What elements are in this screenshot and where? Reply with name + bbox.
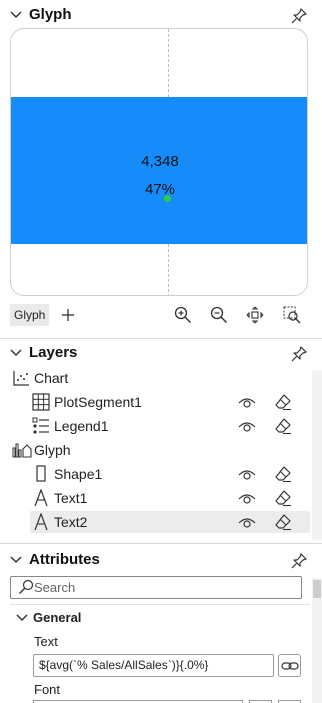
zoom-out-icon[interactable]	[210, 306, 228, 324]
section-divider	[10, 604, 310, 605]
anchor-point[interactable]	[164, 195, 171, 202]
text1-value[interactable]: 4,348	[11, 153, 307, 170]
eraser-icon[interactable]	[274, 489, 292, 507]
panel-divider	[0, 543, 322, 544]
search-placeholder: Search	[34, 580, 76, 595]
eye-icon[interactable]	[238, 393, 256, 411]
glyph-panel-title: Glyph	[29, 6, 72, 23]
pin-icon[interactable]	[291, 346, 307, 362]
layer-label: Shape1	[54, 466, 103, 482]
pin-icon[interactable]	[291, 553, 307, 569]
glyph-canvas[interactable]: 4,348 47%	[10, 28, 308, 296]
layer-label: Text2	[54, 514, 88, 530]
text-expression-input[interactable]: ${avg(`% Sales/AllSales`)}{.0%}	[33, 654, 274, 677]
layer-item-text1[interactable]: Text1	[0, 487, 310, 509]
fit-view-icon[interactable]	[246, 306, 264, 324]
grid-icon	[32, 393, 50, 411]
collapse-chevron-icon[interactable]	[10, 349, 22, 357]
section-general-title[interactable]: General	[33, 610, 81, 625]
eye-icon[interactable]	[238, 417, 256, 435]
eraser-icon[interactable]	[274, 513, 292, 531]
layer-label: Legend1	[54, 418, 109, 434]
layer-label: Text1	[54, 490, 88, 506]
glyph-tab[interactable]: Glyph	[10, 304, 50, 326]
layer-item-legend1[interactable]: Legend1	[0, 415, 310, 437]
layers-panel-title: Layers	[29, 344, 78, 361]
eraser-icon[interactable]	[274, 465, 292, 483]
collapse-chevron-icon[interactable]	[10, 11, 22, 19]
zoom-in-icon[interactable]	[174, 306, 192, 324]
layer-item-glyph[interactable]: Glyph	[0, 439, 310, 461]
collapse-chevron-icon[interactable]	[10, 556, 22, 564]
eraser-icon[interactable]	[274, 393, 292, 411]
layer-item-plotsegment1[interactable]: PlotSegment1	[0, 391, 310, 413]
panel-divider	[0, 338, 322, 339]
layers-scrollbar[interactable]	[312, 370, 322, 540]
legend-icon	[32, 417, 49, 434]
eye-icon[interactable]	[238, 513, 256, 531]
chevron-down-icon[interactable]	[16, 614, 28, 622]
text-icon	[34, 489, 48, 507]
glyph-icon	[12, 443, 32, 458]
pin-icon[interactable]	[291, 8, 307, 24]
text-field-label: Text	[34, 634, 58, 649]
font-field-label: Font	[34, 682, 61, 697]
text-icon	[34, 513, 48, 531]
bind-data-button[interactable]	[278, 654, 301, 677]
plus-icon[interactable]	[60, 307, 76, 323]
attributes-scroll-thumb[interactable]	[313, 580, 321, 598]
layer-item-chart[interactable]: Chart	[0, 367, 310, 389]
layer-label: PlotSegment1	[54, 394, 142, 410]
search-icon	[19, 579, 34, 594]
chart-icon	[13, 371, 29, 386]
layer-item-shape1[interactable]: Shape1	[0, 463, 310, 485]
layer-item-text2[interactable]: Text2	[30, 511, 310, 533]
attributes-panel-title: Attributes	[29, 551, 100, 568]
rectangle-icon	[36, 465, 46, 482]
eye-icon[interactable]	[238, 465, 256, 483]
text2-value[interactable]: 47%	[11, 181, 307, 198]
zoom-area-icon[interactable]	[283, 306, 301, 324]
eraser-icon[interactable]	[274, 417, 292, 435]
shape1-rectangle[interactable]	[11, 97, 307, 244]
layer-label: Chart	[34, 370, 69, 386]
link-icon	[281, 662, 299, 670]
eye-icon[interactable]	[238, 489, 256, 507]
layer-label: Glyph	[34, 442, 71, 458]
